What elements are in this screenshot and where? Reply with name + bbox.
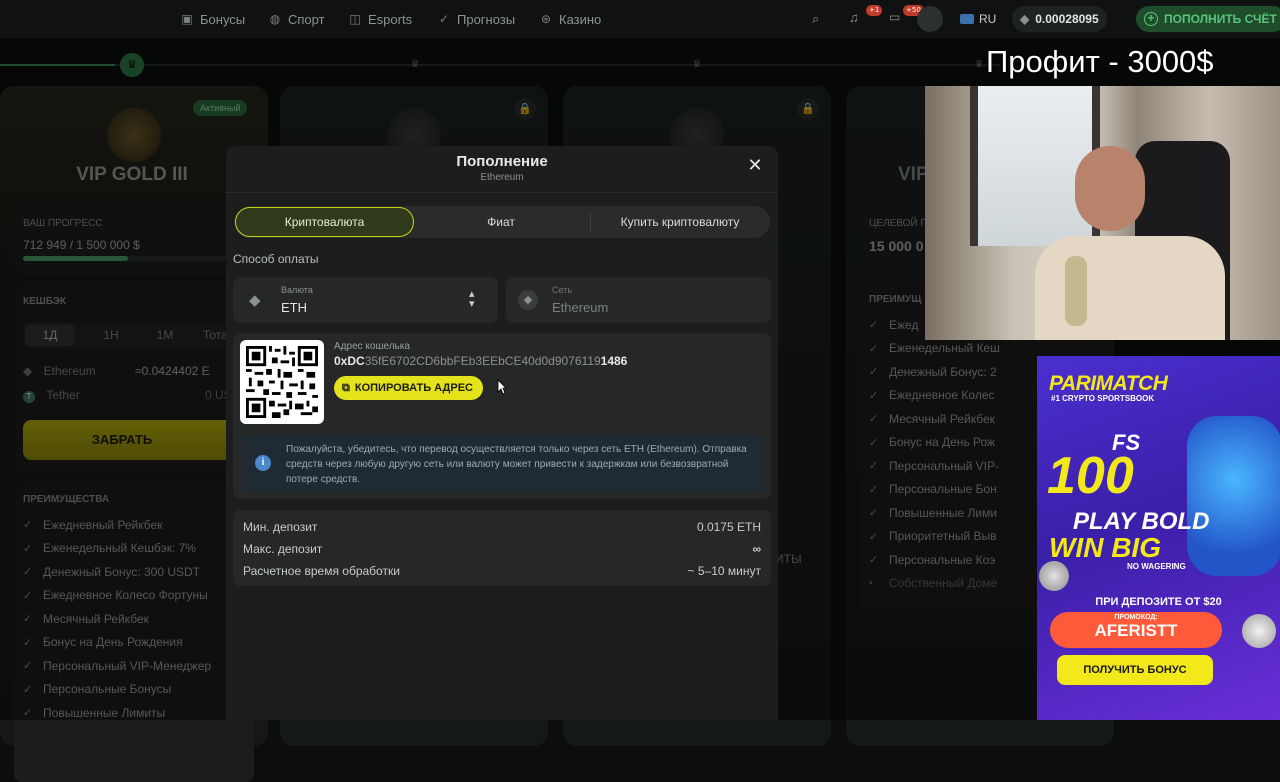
ad-promo-code: AFERISTT bbox=[1094, 621, 1178, 640]
microphone bbox=[1065, 256, 1087, 326]
nav-label: Казино bbox=[559, 11, 602, 27]
ad-cta-button[interactable]: ПОЛУЧИТЬ БОНУС bbox=[1057, 655, 1213, 685]
copy-address-button[interactable]: ⧉ КОПИРОВАТЬ АДРЕС bbox=[334, 376, 483, 400]
currency-value: ETH bbox=[281, 300, 307, 315]
nav-esports[interactable]: ◫ Esports bbox=[348, 0, 412, 38]
network-label: Сеть bbox=[552, 285, 573, 295]
currency-label: Валюта bbox=[281, 285, 313, 295]
network-value: Ethereum bbox=[552, 300, 609, 315]
gamepad-icon: ◫ bbox=[349, 12, 361, 26]
webcam-feed bbox=[925, 86, 1280, 340]
notice-box: i Пожалуйста, убедитесь, что перевод осу… bbox=[241, 435, 763, 492]
modal-subtitle: Ethereum bbox=[480, 172, 524, 183]
ethereum-network-icon: ◆ bbox=[518, 290, 538, 310]
ad-brand: PARIMATCH bbox=[1049, 372, 1168, 395]
deposit-type-tabs: Криптовалюта Фиат Купить криптовалюту bbox=[234, 206, 770, 238]
detail-label: Расчетное время обработки bbox=[243, 564, 400, 578]
notification-badge: +1 bbox=[866, 5, 883, 16]
ethereum-icon: ◆ bbox=[249, 292, 261, 309]
copy-button-label: КОПИРОВАТЬ АДРЕС bbox=[354, 382, 473, 394]
nav-sport[interactable]: ◍ Спорт bbox=[268, 0, 325, 38]
nav-label: Прогнозы bbox=[457, 11, 516, 27]
nav-label: Спорт bbox=[288, 11, 325, 27]
modal-title: Пополнение bbox=[456, 153, 548, 170]
coin-icon bbox=[1242, 614, 1276, 648]
nav-bonuses[interactable]: ▣ Бонусы bbox=[180, 0, 245, 38]
tab-divider bbox=[590, 212, 591, 232]
balance-display[interactable]: ◆ 0.00028095 bbox=[1012, 6, 1107, 32]
detail-label: Мин. депозит bbox=[243, 520, 318, 534]
balance-value: 0.00028095 bbox=[1035, 12, 1099, 26]
chip-icon: ⊛ bbox=[540, 12, 552, 26]
tab-buy-crypto[interactable]: Купить криптовалюту bbox=[592, 207, 768, 237]
notice-text: Пожалуйста, убедитесь, что перевод осуще… bbox=[286, 444, 747, 485]
ethereum-icon: ◆ bbox=[1020, 12, 1030, 26]
info-icon: i bbox=[255, 455, 271, 471]
search-icon[interactable]: ⌕ bbox=[812, 11, 826, 26]
wallet-suffix: 1486 bbox=[600, 354, 628, 368]
ad-min-deposit: ПРИ ДЕПОЗИТЕ ОТ $20 bbox=[1095, 596, 1222, 608]
wallet-block: Адрес кошелька 0xDC35fE6702CD6bbFEb3EEbC… bbox=[233, 333, 771, 499]
chevron-updown-icon: ▴ ▾ bbox=[469, 288, 475, 310]
payment-method-label: Способ оплаты bbox=[233, 252, 319, 266]
ad-no-wagering: NO WAGERING bbox=[1127, 562, 1186, 571]
divider bbox=[226, 192, 778, 193]
wallet-qr-code bbox=[240, 340, 324, 424]
nav-predictions[interactable]: ✓ Прогнозы bbox=[437, 0, 515, 38]
detail-row: Макс. депозит ∞ bbox=[243, 538, 761, 560]
language-label: RU bbox=[979, 12, 997, 26]
currency-select[interactable]: ◆ Валюта ETH ▴ ▾ bbox=[233, 277, 498, 323]
wallet-address: 0xDC35fE6702CD6bbFEb3EEbCE40d0d907611914… bbox=[334, 354, 627, 368]
language-selector[interactable]: RU bbox=[952, 6, 1004, 32]
close-icon[interactable]: ✕ bbox=[746, 156, 764, 174]
nav-casino[interactable]: ⊛ Казино bbox=[539, 0, 601, 38]
flag-icon bbox=[960, 14, 974, 24]
cursor-icon bbox=[497, 379, 507, 395]
nav-label: Esports bbox=[368, 11, 413, 27]
nav-label: Бонусы bbox=[200, 11, 246, 27]
wallet-address-label: Адрес кошелька bbox=[334, 341, 410, 352]
top-navigation-bar: ▣ Бонусы ◍ Спорт ◫ Esports ✓ Прогнозы ⊛ … bbox=[0, 0, 1280, 38]
ad-headline-2: WIN BIG bbox=[1049, 532, 1161, 563]
person-head bbox=[1075, 146, 1145, 231]
tab-fiat[interactable]: Фиат bbox=[416, 207, 586, 237]
tab-crypto[interactable]: Криптовалюта bbox=[235, 207, 414, 237]
wallet-middle: 35fE6702CD6bbFEb3EEbCE40d0d9076119 bbox=[364, 354, 601, 368]
deposit-button-label: ПОПОЛНИТЬ СЧЁТ bbox=[1164, 12, 1277, 26]
ad-genie-figure bbox=[1187, 416, 1280, 576]
coin-icon bbox=[1039, 561, 1069, 591]
ball-icon: ◍ bbox=[269, 12, 281, 26]
avatar[interactable] bbox=[917, 6, 943, 32]
deposit-details: Мин. депозит 0.0175 ETH Макс. депозит ∞ Ра… bbox=[233, 510, 771, 586]
bell-icon[interactable]: ♫ bbox=[849, 10, 863, 26]
ad-tagline: #1 CRYPTO SPORTSBOOK bbox=[1051, 394, 1155, 403]
plus-icon: + bbox=[1144, 12, 1158, 26]
ad-promo-label: ПРОМОКОД: bbox=[1114, 614, 1158, 621]
ad-fs-number: 100 bbox=[1047, 447, 1134, 505]
detail-row: Мин. депозит 0.0175 ETH bbox=[243, 516, 761, 538]
wallet-prefix: 0xDC bbox=[334, 354, 365, 368]
detail-row: Расчетное время обработки ~ 5–10 минут bbox=[243, 560, 761, 582]
detail-label: Макс. депозит bbox=[243, 542, 323, 556]
detail-value: ∞ bbox=[752, 542, 761, 556]
ad-promo-box: ПРОМОКОД: AFERISTT bbox=[1050, 612, 1222, 648]
deposit-button[interactable]: + ПОПОЛНИТЬ СЧЁТ bbox=[1136, 6, 1280, 32]
profit-overlay-text: Профит - 3000$ bbox=[986, 44, 1214, 79]
detail-value: 0.0175 ETH bbox=[696, 520, 761, 534]
check-circle-icon: ✓ bbox=[438, 12, 450, 26]
gift-icon: ▣ bbox=[181, 12, 193, 26]
detail-value: ~ 5–10 минут bbox=[687, 564, 761, 578]
network-field: ◆ Сеть Ethereum bbox=[506, 277, 771, 323]
copy-icon: ⧉ bbox=[342, 381, 350, 394]
deposit-modal: Пополнение Ethereum ✕ Криптовалюта Фиат … bbox=[226, 146, 778, 720]
parimatch-ad-banner[interactable]: PARIMATCH #1 CRYPTO SPORTSBOOK FS 100 PL… bbox=[1037, 356, 1280, 720]
chat-icon[interactable]: ▭ bbox=[889, 10, 903, 24]
person-body bbox=[1035, 236, 1225, 340]
qr-icon bbox=[246, 346, 318, 418]
